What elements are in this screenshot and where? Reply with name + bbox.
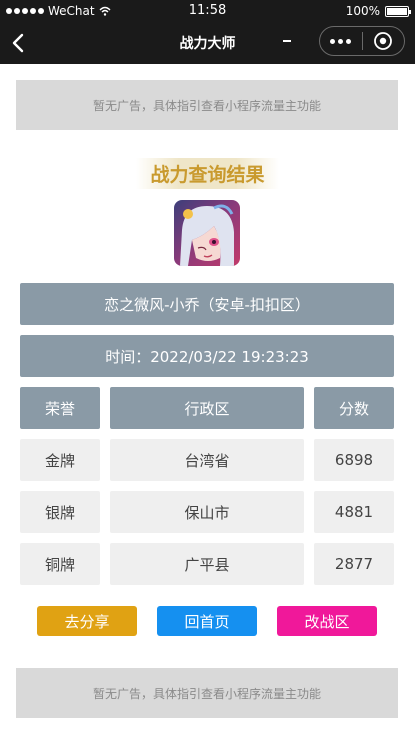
table-cell-region: 保山市 <box>110 491 304 533</box>
ad-banner-bottom[interactable]: 暂无广告，具体指引查看小程序流量主功能 <box>16 668 398 718</box>
target-circle-icon[interactable] <box>363 31 405 51</box>
battery-label: 100% <box>345 4 380 18</box>
table-cell-honor: 铜牌 <box>20 543 100 585</box>
query-time-banner: 时间：2022/03/22 19:23:23 <box>20 335 394 377</box>
more-dots-icon[interactable] <box>320 38 362 44</box>
column-header-region: 行政区 <box>110 387 304 429</box>
result-title: 战力查询结果 <box>0 158 415 189</box>
column-header-score: 分数 <box>314 387 394 429</box>
home-button[interactable]: 回首页 <box>157 606 257 636</box>
result-title-text: 战力查询结果 <box>136 158 279 189</box>
hero-name-banner: 恋之微风-小乔（安卓-扣扣区） <box>20 283 394 325</box>
table-cell-score: 2877 <box>314 543 394 585</box>
table-cell-honor: 银牌 <box>20 491 100 533</box>
status-right: 100% <box>345 4 411 18</box>
status-bar: WeChat 11:58 100% <box>0 0 415 22</box>
battery-icon <box>385 5 411 17</box>
capsule-menu <box>319 26 405 56</box>
table-cell-region: 台湾省 <box>110 439 304 481</box>
table-cell-score: 4881 <box>314 491 394 533</box>
hero-avatar <box>174 200 240 266</box>
nav-bar: 战力大师 <box>0 22 415 64</box>
table-cell-score: 6898 <box>314 439 394 481</box>
share-button[interactable]: 去分享 <box>37 606 137 636</box>
change-region-button[interactable]: 改战区 <box>277 606 377 636</box>
minus-mark <box>283 40 291 42</box>
column-header-honor: 荣誉 <box>20 387 100 429</box>
table-cell-region: 广平县 <box>110 543 304 585</box>
ad-banner-top[interactable]: 暂无广告，具体指引查看小程序流量主功能 <box>16 80 398 130</box>
table-cell-honor: 金牌 <box>20 439 100 481</box>
